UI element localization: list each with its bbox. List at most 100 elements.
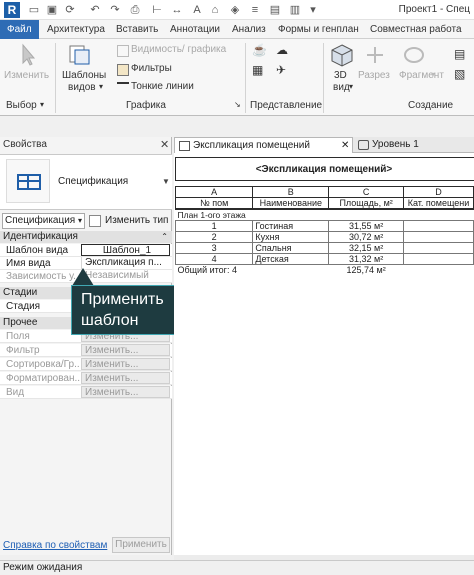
render-teapot-icon[interactable]: ☕ (252, 43, 267, 57)
tab-architecture[interactable]: Архитектура (43, 20, 109, 39)
section-identity[interactable]: Идентификация ⌃ (0, 231, 172, 243)
section-tool-icon[interactable] (361, 43, 389, 67)
tab-insert[interactable]: Вставить (112, 20, 162, 39)
sync-icon[interactable]: ⟳ (63, 3, 77, 17)
tab-level-1[interactable]: Уровень 1 (354, 137, 444, 153)
cell-area[interactable]: 31,32 м² (328, 253, 405, 265)
modify-button[interactable]: Изменить (4, 70, 49, 81)
print-icon[interactable]: ⎙ (128, 3, 142, 17)
measure-icon[interactable]: ⊢ (150, 3, 164, 17)
type-name: Спецификация (58, 176, 129, 187)
appearance-edit-button[interactable]: Изменить... (81, 386, 170, 398)
cell-name[interactable]: Кухня (252, 231, 330, 243)
view-templates-icon[interactable] (66, 43, 94, 67)
tab-file[interactable]: Файл (0, 20, 39, 39)
column-header[interactable]: Наименование (252, 197, 330, 210)
customize-qa-icon[interactable]: ▾ (306, 3, 320, 17)
modify-cursor-icon[interactable] (12, 43, 40, 67)
view-template-button[interactable]: Шаблон_1 (81, 244, 170, 256)
properties-title: Свойства (3, 139, 47, 150)
visibility-graphics-icon (117, 45, 129, 57)
three-d-view-button[interactable]: 3D (334, 70, 347, 81)
properties-help-link[interactable]: Справка по свойствам (3, 540, 107, 551)
chevron-down-icon[interactable]: ▼ (162, 177, 170, 186)
undo-icon[interactable]: ↶ (88, 3, 102, 17)
cell-area[interactable]: 30,72 м² (328, 231, 405, 243)
switch-windows-icon[interactable]: ▥ (288, 3, 302, 17)
section-icon[interactable]: ◈ (228, 3, 242, 17)
column-letter[interactable]: A (174, 186, 254, 198)
duplicate-view-icon[interactable]: ▧ (454, 67, 465, 81)
column-letter[interactable]: B (252, 186, 330, 198)
view-templates-button[interactable]: Шаблоны (62, 70, 106, 81)
thin-lines-icon[interactable]: ≡ (248, 3, 262, 17)
cell-number[interactable]: 1 (174, 220, 254, 232)
close-icon[interactable]: ✕ (341, 138, 349, 154)
view-templates-dropdown-icon[interactable]: ▾ (99, 82, 103, 91)
thin-lines-ribbon-icon (117, 82, 129, 94)
instance-filter-select[interactable]: Спецификация ▾ (2, 213, 85, 229)
cell-name[interactable]: Гостиная (252, 220, 330, 232)
cell-category[interactable] (403, 242, 474, 254)
apply-button[interactable]: Применить (112, 537, 170, 553)
column-header[interactable]: № пом (174, 197, 254, 210)
open-icon[interactable]: ▭ (27, 3, 41, 17)
cell-category[interactable] (403, 253, 474, 265)
view-name-field[interactable]: Экспликация п... (81, 257, 170, 269)
cell-area[interactable]: 31,55 м² (328, 220, 405, 232)
prop-name: Имя вида (6, 258, 51, 269)
callout-tool-icon[interactable] (400, 43, 428, 67)
filter-edit-button[interactable]: Изменить... (81, 344, 170, 356)
chevron-down-icon[interactable]: ▾ (78, 214, 82, 228)
text-icon[interactable]: A (190, 3, 204, 17)
prop-row-filter: Фильтр Изменить... (0, 344, 172, 357)
tab-analyze[interactable]: Анализ (228, 20, 270, 39)
callout-button[interactable]: Фрагмент (399, 70, 444, 81)
cell-number[interactable]: 3 (174, 242, 254, 254)
sorting-edit-button[interactable]: Изменить... (81, 358, 170, 370)
cell-area[interactable]: 32,15 м² (328, 242, 405, 254)
select-dropdown-icon[interactable]: ▾ (40, 100, 44, 109)
prop-name: Сортировка/Гр... (6, 359, 80, 370)
edit-type-button[interactable]: Изменить тип (88, 213, 170, 229)
cell-number[interactable]: 2 (174, 231, 254, 243)
revit-logo-icon[interactable]: R (4, 2, 20, 18)
column-letter[interactable]: C (328, 186, 405, 198)
render-cloud-icon[interactable]: ☁ (276, 43, 288, 57)
schedule-table: A B C D № пом Наименование Площадь, м² К… (174, 186, 474, 276)
column-header[interactable]: Площадь, м² (328, 197, 405, 210)
walkthrough-icon[interactable]: ✈ (276, 63, 286, 77)
callout-dropdown-icon[interactable]: ▾ (431, 70, 435, 79)
render-gallery-icon[interactable]: ▦ (252, 63, 263, 77)
dimension-icon[interactable]: ↔ (170, 3, 184, 17)
cell-name[interactable]: Спальня (252, 242, 330, 254)
close-hidden-icon[interactable]: ▤ (268, 3, 282, 17)
three-d-view-icon[interactable] (328, 43, 356, 67)
thin-lines-button[interactable]: Тонкие линии (131, 81, 194, 92)
three-d-dropdown-icon[interactable]: ▾ (349, 82, 353, 91)
save-icon[interactable]: ▣ (45, 3, 59, 17)
tab-annotate[interactable]: Аннотации (166, 20, 224, 39)
graphics-launcher-icon[interactable]: ↘ (234, 100, 241, 109)
tab-collaborate[interactable]: Совместная работа (366, 20, 466, 39)
group-header[interactable]: План 1-ого этажа (176, 209, 474, 221)
three-d-view-button-line2: вид (333, 82, 350, 93)
collapse-icon[interactable]: ⌃ (161, 231, 168, 243)
formatting-edit-button[interactable]: Изменить... (81, 372, 170, 384)
default-3d-icon[interactable]: ⌂ (208, 3, 222, 17)
cell-category[interactable] (403, 231, 474, 243)
filters-button[interactable]: Фильтры (131, 63, 172, 74)
column-header[interactable]: Кат. помещени (403, 197, 474, 210)
close-icon[interactable]: ✕ (160, 138, 169, 151)
cell-number[interactable]: 4 (174, 253, 254, 265)
tab-massing-site[interactable]: Формы и генплан (274, 20, 363, 39)
section-button[interactable]: Разрез (358, 70, 390, 81)
drafting-view-icon[interactable]: ▤ (454, 47, 465, 61)
tab-schedule-view[interactable]: Экспликация помещений ✕ (174, 137, 353, 153)
cell-name[interactable]: Детская (252, 253, 330, 265)
redo-icon[interactable]: ↷ (108, 3, 122, 17)
type-selector[interactable]: Спецификация ▼ (0, 154, 172, 210)
column-letter[interactable]: D (403, 186, 474, 198)
cell-category[interactable] (403, 220, 474, 232)
visibility-graphics-button[interactable]: Видимость/ графика (131, 44, 226, 55)
